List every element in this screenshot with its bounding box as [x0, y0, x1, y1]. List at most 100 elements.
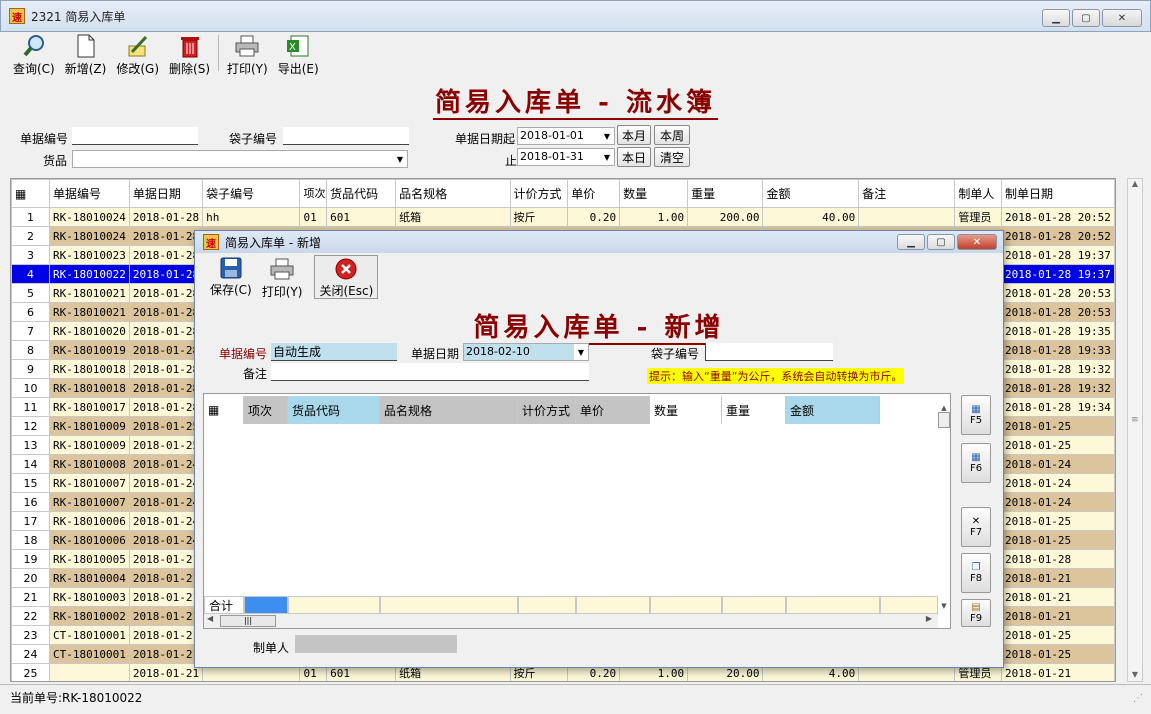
table-cell[interactable]: RK-18010004 — [49, 568, 130, 588]
table-cell[interactable]: 2018-01-21 — [1000, 587, 1115, 607]
clear-button[interactable]: 清空 — [654, 147, 690, 167]
col-header[interactable]: 重量 — [687, 179, 764, 208]
table-cell[interactable]: RK-18010008 — [49, 454, 130, 474]
col-header[interactable]: 项次 — [244, 396, 288, 424]
table-cell[interactable]: RK-18010024 — [49, 207, 130, 227]
doc-no-input[interactable] — [72, 127, 198, 145]
table-cell[interactable] — [858, 207, 956, 227]
grid-settings-header[interactable]: ▦ — [11, 179, 51, 208]
table-cell[interactable]: RK-18010005 — [49, 549, 130, 569]
new-button[interactable]: 新增(Z) — [60, 32, 112, 76]
table-cell[interactable]: 2018-01-21 — [128, 587, 204, 607]
table-cell[interactable]: RK-18010023 — [49, 245, 130, 265]
table-cell[interactable]: CT-18010001 — [49, 625, 130, 645]
table-cell[interactable]: 2018-01-25 — [1000, 435, 1115, 455]
dialog-doc-no-input[interactable]: 自动生成 — [271, 343, 397, 361]
col-header[interactable]: 金额 — [762, 179, 860, 208]
table-cell[interactable]: RK-18010009 — [49, 435, 130, 455]
edit-button[interactable]: 修改(G) — [111, 32, 164, 76]
table-cell[interactable]: hh — [202, 207, 301, 227]
table-cell[interactable]: 2018-01-28 — [128, 207, 204, 227]
col-header[interactable]: 单据日期 — [128, 179, 204, 208]
table-cell[interactable]: 2018-01-28 — [128, 397, 204, 417]
goods-select[interactable]: ▼ — [72, 150, 408, 168]
table-cell[interactable]: 2018-01-28 — [128, 302, 204, 322]
vertical-scrollbar[interactable]: ▲ ≡ ▼ — [1127, 178, 1143, 682]
table-cell[interactable] — [49, 663, 130, 681]
table-cell[interactable]: 2018-01-24 — [1000, 454, 1115, 474]
table-cell[interactable]: RK-18010003 — [49, 587, 130, 607]
this-month-button[interactable]: 本月 — [617, 125, 651, 145]
table-cell[interactable]: RK-18010007 — [49, 492, 130, 512]
delete-button[interactable]: 删除(S) — [164, 32, 215, 76]
col-header[interactable]: 金额 — [786, 396, 880, 424]
query-button[interactable]: 查询(C) — [8, 32, 60, 76]
table-cell[interactable]: 2018-01-28 19:33 — [1000, 340, 1115, 360]
table-cell[interactable]: RK-18010019 — [49, 340, 130, 360]
f7-delete-row-button[interactable]: ✕ F7 — [961, 507, 991, 547]
col-header[interactable]: 制单日期 — [1000, 179, 1115, 208]
table-cell[interactable]: 2018-01-21 — [128, 549, 204, 569]
table-cell[interactable]: 2018-01-21 — [128, 625, 204, 645]
table-cell[interactable]: 2018-01-28 — [128, 321, 204, 341]
table-cell[interactable]: 2018-01-24 — [128, 454, 204, 474]
f5-add-row-button[interactable]: ▦ F5 — [961, 395, 991, 435]
table-cell[interactable]: 2018-01-24 — [128, 511, 204, 531]
f9-paste-row-button[interactable]: ▤ F9 — [961, 599, 991, 627]
table-cell[interactable]: 2018-01-28 20:52 — [1000, 226, 1115, 246]
table-cell[interactable]: CT-18010001 — [49, 644, 130, 664]
table-cell[interactable]: RK-18010021 — [49, 283, 130, 303]
table-cell[interactable]: 2018-01-28 19:34 — [1000, 397, 1115, 417]
table-cell[interactable]: 2018-01-28 — [128, 340, 204, 360]
table-cell[interactable]: 200.00 — [687, 207, 764, 227]
col-header[interactable]: 袋子编号 — [202, 179, 301, 208]
dialog-exit-button[interactable]: 关闭(Esc) — [314, 255, 379, 299]
today-button[interactable]: 本日 — [617, 147, 651, 167]
table-cell[interactable]: 2018-01-28 19:32 — [1000, 378, 1115, 398]
grid-settings-header[interactable]: ▦ — [204, 396, 244, 424]
date-from-select[interactable]: 2018-01-01 ▼ — [517, 127, 615, 145]
dialog-horizontal-scrollbar[interactable]: ◀ ||| ▶ — [204, 614, 938, 628]
table-cell[interactable]: 2018-01-24 — [128, 492, 204, 512]
table-cell[interactable]: RK-18010020 — [49, 321, 130, 341]
col-header[interactable]: 单据编号 — [49, 179, 130, 208]
maximize-button[interactable]: ▢ — [1072, 9, 1100, 27]
col-header[interactable]: 货品代码 — [326, 179, 397, 208]
table-cell[interactable]: RK-18010006 — [49, 511, 130, 531]
table-cell[interactable]: 01 — [299, 207, 328, 227]
table-cell[interactable]: RK-18010022 — [49, 264, 130, 284]
table-cell[interactable]: 2018-01-24 — [128, 473, 204, 493]
col-header[interactable]: 项次 — [299, 179, 328, 208]
table-cell[interactable]: 2018-01-21 — [128, 644, 204, 664]
table-cell[interactable]: 按斤 — [509, 207, 569, 227]
resize-grip-icon[interactable]: ⋰ — [1133, 693, 1143, 704]
f6-insert-row-button[interactable]: ▦ F6 — [961, 443, 991, 483]
table-cell[interactable]: 2018-01-28 19:37 — [1000, 264, 1115, 284]
col-header[interactable]: 单价 — [576, 396, 650, 424]
table-cell[interactable]: 1.00 — [619, 207, 689, 227]
table-cell[interactable]: 2018-01-28 20:52 — [1000, 207, 1115, 227]
dialog-print-button[interactable]: 打印(Y) — [257, 255, 308, 299]
table-cell[interactable]: 2018-01-24 — [1000, 473, 1115, 493]
table-cell[interactable]: 2018-01-25 — [128, 435, 204, 455]
table-cell[interactable]: 2018-01-28 19:35 — [1000, 321, 1115, 341]
table-cell[interactable]: 2018-01-21 — [128, 568, 204, 588]
export-button[interactable]: X 导出(E) — [273, 32, 324, 76]
table-cell[interactable]: RK-18010009 — [49, 416, 130, 436]
table-cell[interactable]: 2018-01-28 — [1000, 549, 1115, 569]
dialog-vertical-scrollbar[interactable]: ▲ ▼ — [938, 404, 950, 610]
col-header[interactable]: 重量 — [722, 396, 786, 424]
table-cell[interactable]: 2018-01-25 — [1000, 644, 1115, 664]
table-cell[interactable]: 2018-01-28 — [128, 359, 204, 379]
table-cell[interactable]: 2018-01-21 — [128, 606, 204, 626]
dialog-note-input[interactable] — [271, 363, 589, 381]
table-cell[interactable]: RK-18010007 — [49, 473, 130, 493]
table-cell[interactable]: RK-18010024 — [49, 226, 130, 246]
table-cell[interactable]: 2018-01-21 — [128, 663, 204, 681]
table-cell[interactable]: 2018-01-21 — [1000, 663, 1115, 681]
col-header[interactable]: 品名规格 — [380, 396, 518, 424]
col-header[interactable]: 制单人 — [954, 179, 1002, 208]
dialog-maximize-button[interactable]: ▢ — [927, 234, 955, 250]
table-cell[interactable]: 2018-01-25 — [128, 416, 204, 436]
table-cell[interactable]: 40.00 — [762, 207, 860, 227]
